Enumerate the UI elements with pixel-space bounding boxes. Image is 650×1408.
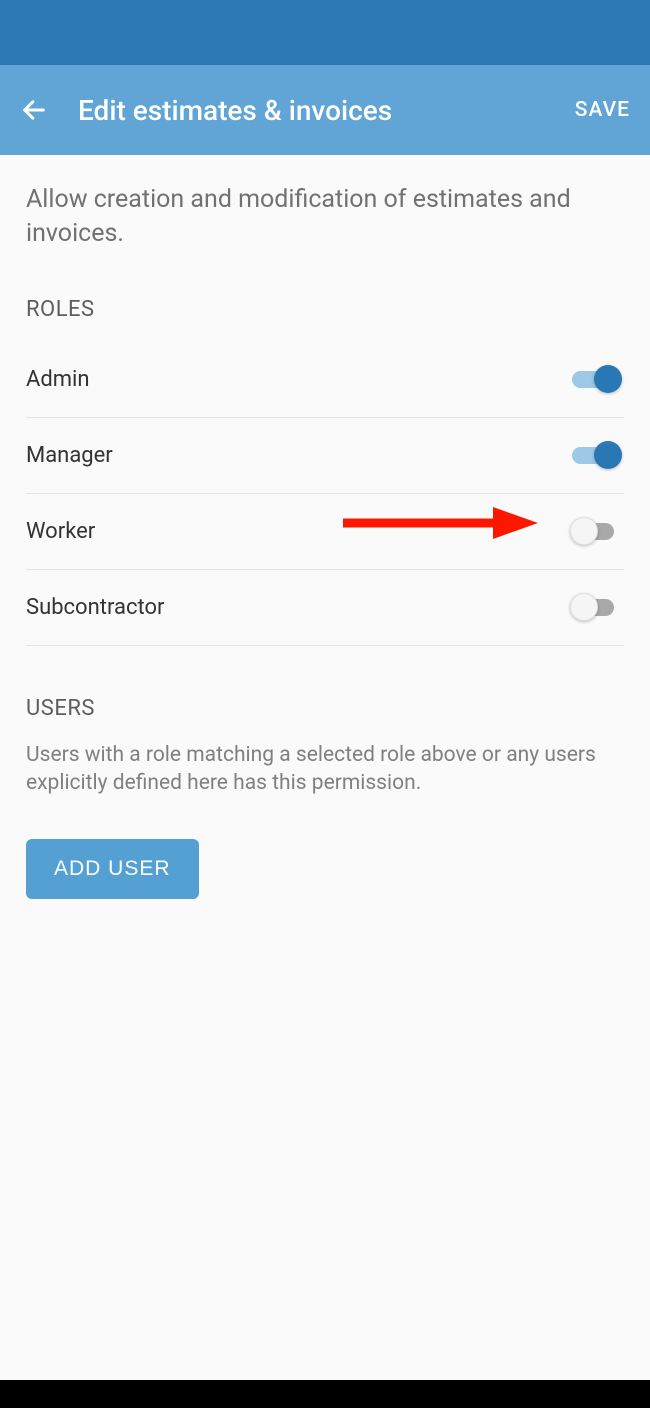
toggle-worker[interactable] (572, 516, 624, 546)
back-button[interactable] (20, 96, 48, 124)
toggle-manager[interactable] (572, 440, 624, 470)
users-section: USERS Users with a role matching a selec… (26, 696, 624, 900)
role-label: Admin (26, 367, 90, 392)
toggle-thumb (570, 593, 598, 621)
toggle-admin[interactable] (572, 364, 624, 394)
roles-header: ROLES (26, 297, 624, 322)
app-bar: Edit estimates & invoices SAVE (0, 65, 650, 155)
arrow-left-icon (20, 96, 48, 124)
role-row-admin[interactable]: Admin (26, 342, 624, 418)
content-area: Allow creation and modification of estim… (0, 155, 650, 927)
page-title: Edit estimates & invoices (78, 94, 575, 127)
toggle-thumb (594, 441, 622, 469)
toggle-subcontractor[interactable] (572, 592, 624, 622)
role-row-worker[interactable]: Worker (26, 494, 624, 570)
role-label: Manager (26, 443, 113, 468)
permission-description: Allow creation and modification of estim… (26, 183, 624, 251)
add-user-button[interactable]: ADD USER (26, 839, 199, 899)
status-bar (0, 0, 650, 65)
save-button[interactable]: SAVE (575, 98, 630, 122)
role-row-manager[interactable]: Manager (26, 418, 624, 494)
toggle-thumb (594, 365, 622, 393)
toggle-thumb (570, 517, 598, 545)
users-description: Users with a role matching a selected ro… (26, 741, 624, 798)
users-header: USERS (26, 696, 624, 721)
role-row-subcontractor[interactable]: Subcontractor (26, 570, 624, 646)
role-label: Subcontractor (26, 595, 164, 620)
role-label: Worker (26, 519, 95, 544)
bottom-nav-bar (0, 1380, 650, 1408)
